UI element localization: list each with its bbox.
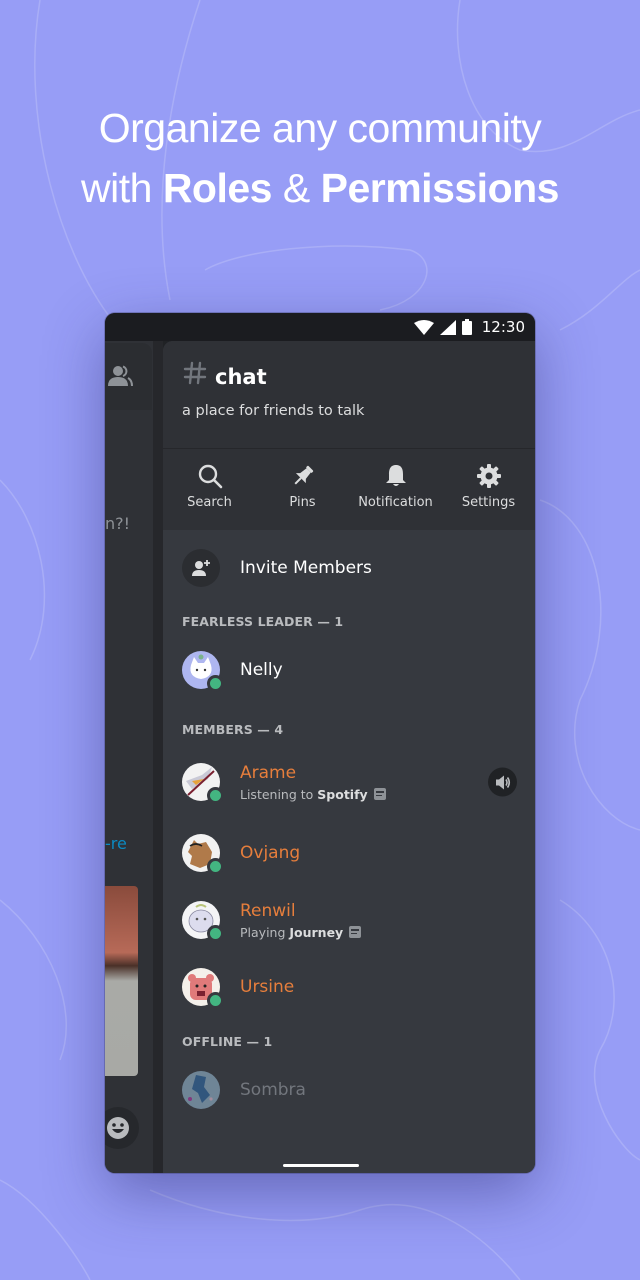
- partial-message-text: n?!: [105, 514, 131, 533]
- status-time: 12:30: [481, 318, 525, 336]
- message-image-attachment[interactable]: [105, 886, 138, 1076]
- headline-permissions: Permissions: [320, 165, 560, 211]
- status-bar: 12:30: [105, 313, 535, 341]
- emoji-icon: [107, 1117, 129, 1139]
- battery-icon: [461, 319, 472, 335]
- member-name: Sombra: [240, 1080, 306, 1100]
- member-name: Ursine: [240, 977, 295, 997]
- avatar: [182, 763, 224, 804]
- invite-members-button[interactable]: Invite Members: [163, 530, 535, 606]
- online-status-dot: [207, 675, 224, 692]
- channel-toolbar: Search Pins Notification Settings: [163, 449, 535, 530]
- search-label: Search: [187, 495, 232, 510]
- hash-icon: [183, 361, 207, 385]
- member-name: Renwil: [240, 900, 296, 921]
- avatar: [182, 968, 224, 1009]
- search-button[interactable]: Search: [163, 449, 256, 530]
- member-activity: Playing Journey: [240, 924, 362, 940]
- notification-button[interactable]: Notification: [349, 449, 442, 530]
- partial-message-link[interactable]: -re: [105, 834, 127, 853]
- channel-members-drawer: chat a place for friends to talk Search …: [163, 341, 535, 1173]
- background-chat-panel: n?! -re: [105, 341, 153, 1173]
- settings-label: Settings: [461, 495, 516, 510]
- member-ursine[interactable]: Ursine: [163, 954, 535, 1020]
- headline: Organize any community with Roles & Perm…: [0, 98, 640, 218]
- online-status-dot: [207, 787, 224, 804]
- member-renwil[interactable]: Renwil Playing Journey: [163, 886, 535, 954]
- people-icon[interactable]: [107, 365, 133, 387]
- avatar: [182, 901, 224, 942]
- section-header-offline: OFFLINE — 1: [182, 1033, 273, 1049]
- member-name: Arame: [240, 762, 297, 783]
- channel-name: chat: [215, 365, 267, 389]
- member-activity: Listening to Spotify: [240, 787, 386, 802]
- member-nelly[interactable]: Nelly: [163, 636, 535, 704]
- online-status-dot: [207, 925, 224, 942]
- rich-presence-icon[interactable]: [349, 926, 362, 938]
- speaker-icon: [495, 775, 510, 789]
- emoji-button[interactable]: [105, 1107, 139, 1149]
- member-arame[interactable]: Arame Listening to Spotify: [163, 744, 535, 820]
- headline-roles: Roles: [162, 165, 273, 211]
- bell-icon: [385, 465, 406, 486]
- avatar: [182, 1071, 220, 1109]
- invite-icon-container: [182, 549, 220, 587]
- channel-topic: a place for friends to talk: [182, 403, 365, 419]
- home-indicator-bar[interactable]: [283, 1164, 359, 1167]
- map-avatar-image: [182, 1071, 220, 1109]
- background-panel-header: [105, 343, 152, 410]
- headline-line-1: Organize any community: [98, 105, 542, 151]
- avatar: [182, 651, 224, 692]
- search-icon: [198, 464, 222, 489]
- voice-activity-button[interactable]: [488, 767, 517, 797]
- section-header-fearless-leader: FEARLESS LEADER — 1: [182, 613, 344, 629]
- headline-line-2: with Roles & Permissions: [81, 165, 560, 211]
- gear-icon: [476, 464, 501, 488]
- member-sombra[interactable]: Sombra: [163, 1056, 535, 1124]
- pin-icon: [294, 465, 313, 485]
- member-name: Nelly: [240, 660, 283, 680]
- cellular-signal-icon: [439, 319, 456, 335]
- notification-label: Notification: [358, 495, 433, 510]
- phone-screen: 12:30 n?! -re chat a place for friends t…: [105, 313, 535, 1173]
- invite-members-label: Invite Members: [240, 558, 372, 578]
- member-name: Ovjang: [240, 843, 301, 863]
- online-status-dot: [207, 858, 224, 875]
- activity-game: Journey: [289, 924, 344, 940]
- activity-app: Spotify: [317, 786, 368, 802]
- add-user-icon: [192, 560, 210, 576]
- pins-button[interactable]: Pins: [256, 449, 349, 530]
- settings-button[interactable]: Settings: [442, 449, 535, 530]
- section-header-members: MEMBERS — 4: [182, 721, 284, 737]
- rich-presence-icon[interactable]: [373, 788, 386, 800]
- online-status-dot: [207, 992, 224, 1009]
- channel-header: chat a place for friends to talk: [163, 341, 535, 449]
- panel-divider: [153, 341, 163, 1173]
- pins-label: Pins: [289, 495, 316, 510]
- avatar: [182, 834, 224, 875]
- wifi-icon: [413, 319, 434, 335]
- member-ovjang[interactable]: Ovjang: [163, 820, 535, 886]
